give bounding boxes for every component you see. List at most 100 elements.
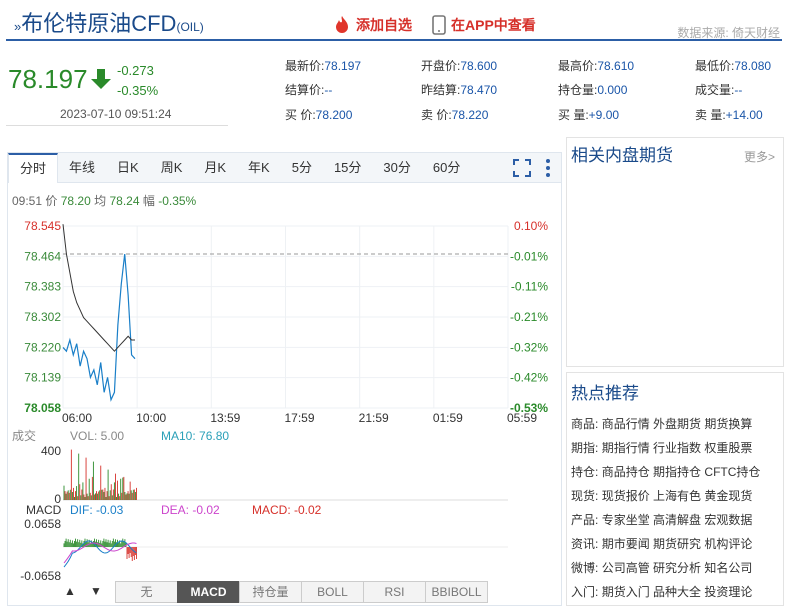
hot-link[interactable]: 外盘期货 [653,417,701,431]
y-tick-left: 78.545 [24,219,61,233]
hot-row: 微博: 公司高管 研究分析 知名公司 [571,561,753,575]
tab-9[interactable]: 60分 [422,153,471,183]
hot-link[interactable]: 期货入门 [602,585,650,599]
hot-link[interactable]: 品种大全 [653,585,701,599]
indicator-tab-3[interactable]: BOLL [301,581,364,603]
y-tick-left: 78.139 [24,371,61,385]
more-options-icon[interactable] [545,158,551,178]
y-tick-right: -0.32% [510,340,548,354]
hot-link[interactable]: CFTC持仓 [704,465,760,479]
x-tick: 13:59 [210,411,240,425]
hot-link[interactable]: 权重股票 [704,441,752,455]
quote-field: 昨结算:78.470 [421,83,498,97]
hot-row: 商品: 商品行情 外盘期货 期货换算 [571,417,753,431]
y-tick-right: -0.42% [510,371,548,385]
hot-link[interactable]: 研究分析 [653,561,701,575]
hot-row: 入门: 期货入门 品种大全 投资理论 [571,585,753,599]
quote-field: 成交量:-- [695,83,743,97]
indicator-tabs: 无 MACD 持仓量 BOLL RSI BBIBOLL [115,581,488,603]
hot-link[interactable]: 期指持仓 [653,465,701,479]
hot-row: 资讯: 期市要闻 期货研究 机构评论 [571,537,753,551]
hot-link[interactable]: 机构评论 [704,537,752,551]
y-tick-left: 78.058 [24,401,61,415]
flame-icon [336,16,348,33]
x-tick: 17:59 [284,411,314,425]
macd-label: DEA: -0.02 [161,503,220,517]
hot-link[interactable]: 专家坐堂 [602,513,650,527]
tab-6[interactable]: 5分 [281,153,323,183]
x-tick: 06:00 [62,411,92,425]
hot-link[interactable]: 现货报价 [602,489,650,503]
tab-8[interactable]: 30分 [372,153,421,183]
quote-field: 结算价:-- [285,83,333,97]
hot-link[interactable]: 期指行情 [602,441,650,455]
vol-label: VOL: 5.00 [70,429,124,443]
quote-field: 卖 量:+14.00 [695,108,763,122]
hot-link[interactable]: 期货换算 [704,417,752,431]
x-tick: 01:59 [433,411,463,425]
y-tick-right: -0.11% [511,280,548,294]
hot-row: 产品: 专家坐堂 高清解盘 宏观数据 [571,513,753,527]
y-tick-left: 78.383 [24,280,61,294]
change-value: -0.273 [117,63,154,78]
tab-4[interactable]: 月K [193,153,237,183]
hot-link[interactable]: 商品行情 [602,417,650,431]
intraday-chart: 78.545 78.464 78.383 78.302 78.220 78.139 78.0… [12,219,548,580]
indicator-tab-2[interactable]: 持仓量 [239,581,302,603]
nav-down-button[interactable]: ▼ [90,584,102,598]
down-arrow-icon [91,69,111,89]
hot-recommend-panel: 热点推荐 商品: 商品行情 外盘期货 期货换算 期指: 期指行情 行业指数 权重… [566,372,784,606]
tab-2[interactable]: 日K [106,153,150,183]
hot-link[interactable]: 知名公司 [704,561,752,575]
hot-link[interactable]: 公司高管 [602,561,650,575]
quote-field: 最高价:78.610 [558,59,635,73]
y-tick-left: 78.220 [24,340,61,354]
last-price: 78.197 [8,64,88,94]
hot-link[interactable]: 商品持仓 [602,465,650,479]
related-futures-panel: 相关内盘期货 更多> [566,137,784,367]
fullscreen-icon[interactable] [513,159,531,177]
phone-icon [432,15,446,35]
indicator-tab-5[interactable]: BBIBOLL [425,581,488,603]
change-percent: -0.35% [117,83,159,98]
indicator-tab-1[interactable]: MACD [177,581,240,603]
quote-datetime: 2023-07-10 09:51:24 [60,107,172,121]
tab-3[interactable]: 周K [150,153,194,183]
nav-up-button[interactable]: ▲ [64,584,76,598]
add-watchlist-button[interactable]: 添加自选 [333,15,412,35]
tab-1[interactable]: 年线 [58,153,106,183]
x-tick: 05:59 [507,411,537,425]
hot-link[interactable]: 投资理论 [704,585,752,599]
tab-7[interactable]: 15分 [323,153,372,183]
y-tick-right: 0.10% [514,219,548,233]
tab-5[interactable]: 年K [237,153,281,183]
hot-link[interactable]: 期货研究 [653,537,701,551]
hot-link[interactable]: 宏观数据 [704,513,752,527]
macd-ymin: -0.0658 [20,569,61,580]
y-tick-right: -0.01% [510,249,548,263]
macd-label: DIF: -0.03 [70,503,124,517]
quote-field: 最新价:78.197 [285,59,362,73]
hot-link[interactable]: 行业指数 [653,441,701,455]
hot-row: 期指: 期指行情 行业指数 权重股票 [571,441,753,455]
quote-field: 卖 价:78.220 [421,108,489,122]
hot-link[interactable]: 期市要闻 [602,537,650,551]
vol-label: 成交 [12,428,36,443]
open-app-button[interactable]: 在APP中查看 [432,15,536,35]
macd-ymax: 0.0658 [24,517,61,531]
hot-link[interactable]: 高清解盘 [653,513,701,527]
hot-link[interactable]: 黄金现货 [704,489,752,503]
more-link[interactable]: 更多> [744,148,775,165]
indicator-tab-0[interactable]: 无 [115,581,178,603]
hot-link[interactable]: 上海有色 [653,489,701,503]
vol-label: MA10: 76.80 [161,429,229,443]
hot-title: 热点推荐 [571,384,639,403]
avg-line [62,224,135,352]
indicator-tab-4[interactable]: RSI [363,581,426,603]
cursor-info: 09:51 价 78.20 均 78.24 幅 -0.35% [12,194,197,208]
quote-field: 最低价:78.080 [695,59,772,73]
y-tick-left: 78.302 [24,310,61,324]
tab-0[interactable]: 分时 [8,152,59,183]
y-tick-right: -0.21% [510,310,548,324]
x-tick: 10:00 [136,411,166,425]
